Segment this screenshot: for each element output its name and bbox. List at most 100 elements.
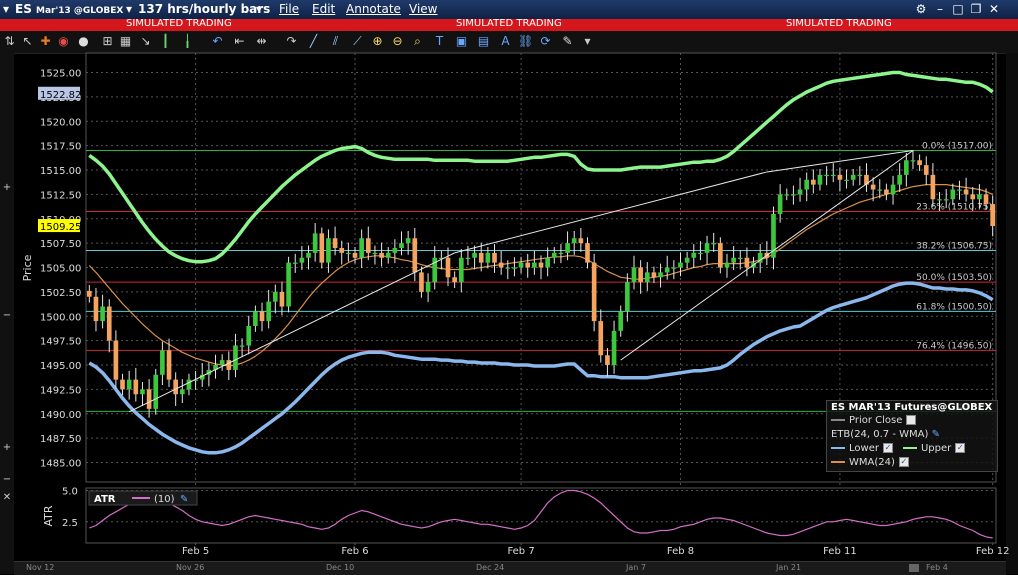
candle-body (253, 311, 258, 326)
candle-body (86, 290, 92, 297)
atr-axis-title: ATR (42, 505, 55, 526)
candle-body (631, 267, 637, 283)
candle-body (385, 252, 391, 258)
time-tick-label: Feb 5 (182, 546, 209, 557)
candle-body (339, 248, 345, 253)
candle-body (691, 252, 697, 258)
candle-body (512, 267, 517, 269)
candle-body (266, 301, 271, 322)
candle-body (419, 272, 424, 292)
candle-body (671, 267, 677, 269)
current-price-marker: 1509.25 (40, 222, 81, 233)
candle-body (910, 160, 916, 162)
price-tick-label: 1485.00 (40, 459, 81, 470)
scrollbar-thumb[interactable] (909, 564, 919, 572)
candle-body (551, 252, 557, 258)
wma-checkbox[interactable]: ✓ (898, 457, 909, 467)
scrollbar-date-label: Nov 26 (176, 563, 205, 572)
candle-body (332, 238, 338, 248)
candle-body (565, 243, 570, 253)
prior-close-checkbox[interactable] (906, 415, 917, 425)
candle-body (306, 252, 311, 258)
candle-body (412, 238, 418, 273)
candle-body (359, 238, 364, 258)
fib-level-label: 38.2% (1506.75) (916, 241, 992, 251)
candle-body (844, 179, 849, 181)
fib-level-label: 23.6% (1510.75) (916, 202, 992, 212)
candle-body (239, 345, 245, 347)
candle-body (724, 262, 730, 268)
candle-body (977, 194, 982, 200)
candle-body (272, 291, 278, 302)
candle-body (651, 272, 657, 278)
lower-checkbox[interactable]: ✓ (882, 443, 893, 453)
candle-body (824, 174, 829, 177)
candle-body (744, 257, 750, 268)
time-scrollbar[interactable]: Nov 12 Nov 26 Dec 10 Dec 24 Jan 7 Jan 21 Feb 4 (14, 561, 1006, 575)
scrollbar-date-label: Jan 21 (776, 563, 802, 572)
fib-level-label: 61.8% (1500.50) (916, 302, 992, 312)
candle-body (625, 282, 630, 312)
legend-etb[interactable]: ETB(24, 0.7 - WMA) ✎ (831, 429, 940, 440)
price-tick-label: 1507.50 (40, 239, 81, 250)
candle-body (897, 174, 903, 185)
price-candle (591, 253, 597, 332)
candle-body (478, 252, 484, 263)
candle-body (658, 272, 663, 278)
candle-body (990, 204, 996, 227)
atr-tick-label: 5.0 (62, 487, 78, 498)
candle-body (126, 379, 132, 390)
candle-body (943, 199, 949, 201)
candle-body (399, 243, 404, 248)
candle-body (830, 174, 836, 177)
candle-body (963, 189, 969, 195)
candle-body (312, 233, 318, 253)
upper-checkbox[interactable]: ✓ (955, 443, 966, 453)
candle-body (525, 262, 531, 268)
atr-period: (10) (154, 494, 175, 505)
legend-lower[interactable]: Lower ✓ Upper ✓ (831, 443, 966, 454)
legend-wma[interactable]: WMA(24) ✓ (831, 457, 909, 468)
indicator-legend: ES MAR'13 Futures@GLOBEX Prior Close ETB… (826, 400, 998, 472)
candle-body (532, 262, 537, 268)
atr-tick-label: 2.5 (62, 518, 78, 529)
candle-body (179, 389, 185, 395)
candle-body (299, 257, 305, 263)
candle-body (777, 194, 783, 214)
candle-body (804, 179, 810, 190)
fib-level-label: 50.0% (1503.50) (916, 273, 992, 283)
candle-body (850, 174, 856, 180)
candle-body (106, 306, 112, 341)
candle-body (372, 252, 378, 255)
candle-body (292, 262, 298, 264)
candle-body (917, 160, 922, 166)
candle-body (718, 243, 723, 268)
candle-body (140, 389, 145, 395)
candle-body (970, 194, 976, 200)
fib-level-label: 76.4% (1496.50) (916, 341, 992, 351)
candle-body (704, 243, 710, 253)
price-tick-label: 1490.00 (40, 410, 81, 421)
candle-body (160, 350, 165, 375)
candle-body (492, 252, 497, 263)
candle-body (279, 291, 285, 307)
candle-body (259, 311, 265, 322)
candle-body (605, 355, 610, 365)
scrollbar-date-label: Dec 24 (476, 563, 505, 572)
candle-body (638, 267, 643, 283)
candle-body (93, 296, 99, 322)
time-tick-label: Feb 8 (667, 546, 694, 557)
candle-body (246, 326, 252, 346)
price-tick-label: 1500.00 (40, 312, 81, 323)
candle-body (598, 321, 604, 356)
candle-body (445, 257, 451, 278)
time-tick-label: Feb 7 (507, 546, 534, 557)
etb-settings-icon[interactable]: ✎ (932, 429, 940, 440)
candle-body (937, 199, 942, 201)
price-tick-label: 1520.00 (40, 117, 81, 128)
candle-body (505, 267, 511, 269)
candle-body (890, 184, 896, 195)
candle-body (857, 174, 863, 177)
legend-prior-close[interactable]: Prior Close (831, 415, 917, 426)
scrollbar-date-label: Dec 10 (326, 563, 355, 572)
